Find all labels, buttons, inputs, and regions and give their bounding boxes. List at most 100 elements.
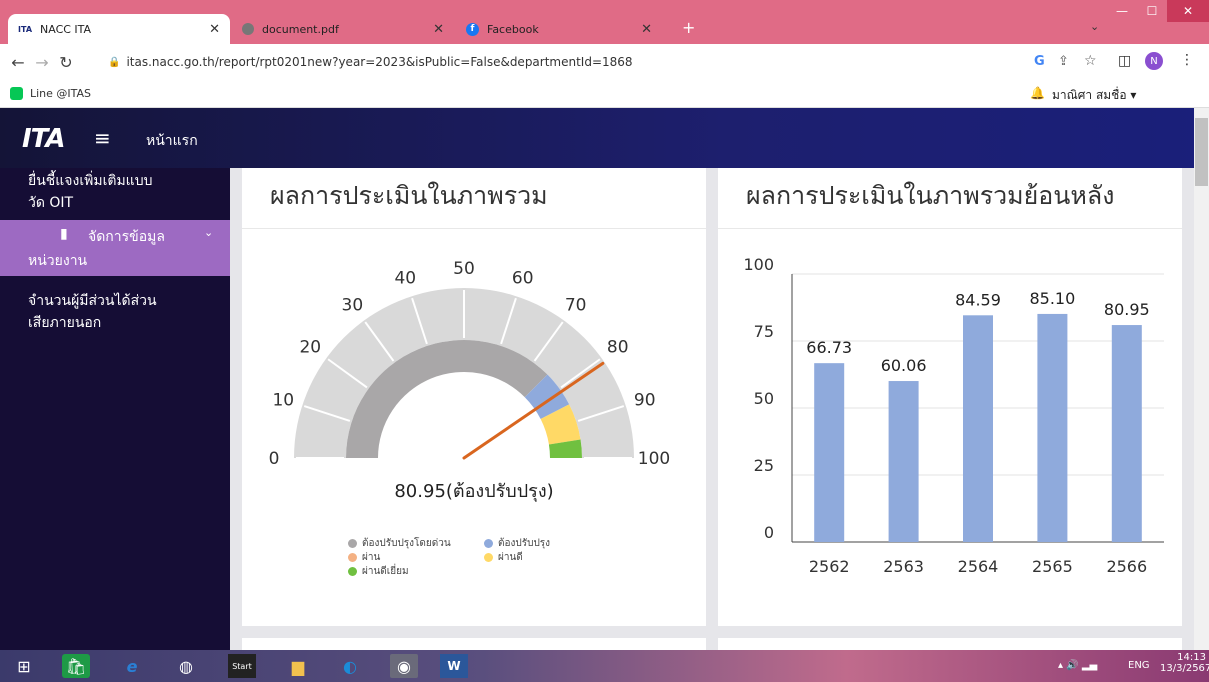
hamburger-menu-icon[interactable]: ≡	[94, 126, 111, 150]
tab-document-pdf[interactable]: document.pdf ✕	[232, 14, 454, 44]
new-tab-button[interactable]: +	[682, 18, 695, 37]
share-icon[interactable]: ⇪	[1058, 54, 1069, 69]
chevron-down-icon: ⌄	[204, 226, 214, 239]
store-icon[interactable]: 🛍	[62, 654, 90, 678]
y-tick-label: 0	[764, 523, 774, 542]
close-tab-icon[interactable]: ✕	[641, 22, 652, 37]
clipboard-icon: ▮	[60, 226, 68, 242]
gauge-tick-label: 90	[634, 390, 656, 410]
bar[interactable]	[1037, 313, 1068, 542]
bar-value-label: 66.73	[806, 338, 852, 357]
windows-start-icon[interactable]: ⊞	[10, 654, 38, 678]
clock[interactable]: 14:13 13/3/2567	[1160, 652, 1209, 674]
gauge-tick-label: 40	[394, 268, 416, 288]
gauge-tick-label: 10	[272, 390, 294, 410]
lock-icon: 🔒	[108, 56, 121, 68]
start-menu-app-icon[interactable]: Start	[228, 654, 256, 678]
gauge-tick-label: 60	[512, 268, 534, 288]
close-tab-icon[interactable]: ✕	[433, 22, 444, 37]
network-drive-icon[interactable]: ◍	[172, 654, 200, 678]
gauge-tick-label: 30	[342, 295, 364, 315]
main-content: ผลการประเมินในภาพรวม 0 10 20 30 40 50 60 70 80 90…	[230, 168, 1194, 650]
google-translate-icon[interactable]: G	[1034, 54, 1045, 69]
legend-swatch	[348, 539, 357, 548]
file-explorer-icon[interactable]: ▆	[284, 654, 312, 678]
tab-title: document.pdf	[262, 22, 339, 36]
x-tick-label: 2562	[809, 557, 850, 576]
gauge-value-label: 80.95(ต้องปรับปรุง)	[394, 481, 554, 502]
legend-item: ต้องปรับปรุงโดยด่วน	[348, 536, 451, 551]
legend-item: ผ่านดี	[484, 550, 523, 565]
sidebar-item-manage-agency[interactable]: ▮ จัดการข้อมูล ⌄ หน่วยงาน	[0, 220, 230, 276]
internet-explorer-icon[interactable]: e	[118, 654, 146, 678]
word-icon[interactable]: W	[440, 654, 468, 678]
bar-value-label: 60.06	[881, 356, 927, 375]
chrome-icon[interactable]: ◉	[390, 654, 418, 678]
bookmark-line-itas[interactable]: Line @ITAS	[30, 87, 91, 100]
x-tick-label: 2564	[958, 557, 999, 576]
home-link[interactable]: หน้าแรก	[146, 130, 198, 152]
tab-title: NACC ITA	[40, 22, 92, 36]
bar[interactable]	[888, 381, 919, 542]
ita-logo[interactable]: ITA	[22, 124, 66, 154]
scrollbar-thumb[interactable]	[1195, 118, 1208, 186]
sidebar-item-stakeholders[interactable]: จำนวนผู้มีส่วนได้ส่วน เสียภายนอก	[0, 290, 230, 334]
legend-label: ผ่านดีเยี่ยม	[362, 566, 409, 577]
facebook-icon: f	[466, 22, 479, 36]
user-menu[interactable]: มาณิศา สมชื่อ ▾	[1052, 86, 1136, 105]
legend-swatch	[348, 553, 357, 562]
x-tick-label: 2566	[1106, 557, 1147, 576]
url-text: itas.nacc.go.th/report/rpt0201new?year=2…	[126, 55, 633, 69]
y-tick-label: 100	[743, 255, 774, 274]
ita-logo-icon: ITA	[18, 24, 33, 34]
forward-icon[interactable]: →	[30, 53, 54, 72]
language-indicator[interactable]: ENG	[1128, 660, 1150, 671]
url-field[interactable]: 🔒 itas.nacc.go.th/report/rpt0201new?year…	[108, 50, 1008, 74]
edge-icon[interactable]: ◐	[336, 654, 364, 678]
address-bar: ← → ↻ 🔒 itas.nacc.go.th/report/rpt0201ne…	[0, 44, 1209, 80]
x-tick-label: 2563	[883, 557, 924, 576]
clock-date: 13/3/2567	[1160, 663, 1209, 674]
sidebar-item-oit[interactable]: ยื่นชี้แจงเพิ่มเติมแบบ วัด OIT	[0, 170, 230, 214]
bar[interactable]	[814, 363, 845, 542]
legend-label: ต้องปรับปรุง	[498, 538, 551, 549]
reload-icon[interactable]: ↻	[54, 53, 78, 72]
tab-facebook[interactable]: f Facebook ✕	[456, 14, 662, 44]
next-card-partial	[242, 638, 706, 650]
browser-titlebar: ITA NACC ITA ✕ document.pdf ✕ f Facebook…	[0, 0, 1209, 44]
minimize-icon[interactable]: —	[1107, 0, 1137, 22]
gauge-tick-label: 20	[299, 337, 321, 357]
close-window-icon[interactable]: ✕	[1167, 0, 1209, 22]
tab-nacc-ita[interactable]: ITA NACC ITA ✕	[8, 14, 230, 44]
menu-kebab-icon[interactable]: ⋮	[1180, 52, 1194, 68]
bar-chart: 0 25 50 75 100 66.73 2562 60.06 2563 84.59 2564 85.…	[743, 255, 1164, 576]
notification-bell-icon[interactable]: 🔔	[1030, 86, 1045, 100]
y-tick-label: 25	[754, 456, 774, 475]
legend-swatch	[348, 567, 357, 576]
line-icon	[10, 87, 23, 100]
tab-search-icon[interactable]: ⌄	[1090, 20, 1099, 33]
sidebar-item-label: วัด OIT	[28, 195, 74, 211]
historical-score-card: ผลการประเมินในภาพรวมย้อนหลัง 0 25 50 75 100 6…	[718, 168, 1182, 626]
globe-icon	[242, 23, 254, 35]
maximize-icon[interactable]: ☐	[1137, 0, 1167, 22]
bar[interactable]	[1111, 325, 1142, 542]
legend-item: ผ่าน	[348, 550, 380, 565]
overall-score-card: ผลการประเมินในภาพรวม 0 10 20 30 40 50 60 70 80 90…	[242, 168, 706, 626]
page-scrollbar[interactable]	[1194, 108, 1209, 650]
bookmark-star-icon[interactable]: ☆	[1084, 53, 1097, 69]
gauge-tick-label: 70	[565, 295, 587, 315]
legend-item: ผ่านดีเยี่ยม	[348, 564, 409, 579]
sidebar-item-label: ยื่นชี้แจงเพิ่มเติมแบบ	[28, 173, 153, 189]
tray-icons[interactable]: ▴ 🔊 ▂▄	[1058, 660, 1097, 671]
bar[interactable]	[963, 315, 993, 542]
side-panel-icon[interactable]: ◫	[1118, 53, 1131, 69]
clock-time: 14:13	[1177, 652, 1206, 663]
back-icon[interactable]: ←	[6, 53, 30, 72]
legend-label: ต้องปรับปรุงโดยด่วน	[362, 538, 451, 549]
profile-avatar[interactable]: N	[1145, 52, 1163, 70]
sidebar: ยื่นชี้แจงเพิ่มเติมแบบ วัด OIT ▮ จัดการข…	[0, 168, 230, 650]
window-controls: — ☐ ✕	[1107, 0, 1209, 22]
close-tab-icon[interactable]: ✕	[209, 22, 220, 37]
bookmarks-bar: Line @ITAS 🔔 มาณิศา สมชื่อ ▾	[0, 80, 1209, 108]
